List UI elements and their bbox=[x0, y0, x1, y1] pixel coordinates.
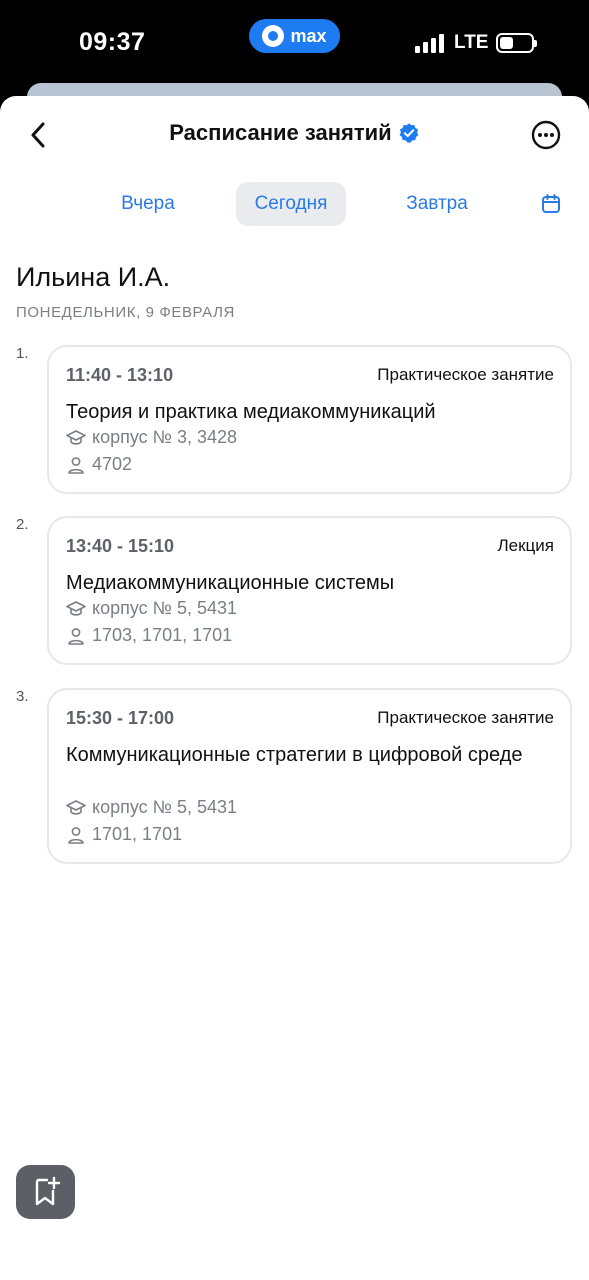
lesson-groups-text: 4702 bbox=[92, 454, 133, 474]
lesson-location-text: корпус № 3, 3428 bbox=[92, 427, 238, 447]
lesson-location-text: корпус № 5, 5431 bbox=[92, 598, 238, 618]
schedule-sheet: Расписание занятий Вчера Сегодня Завтра … bbox=[0, 96, 589, 1280]
status-bar: 09:37 max LTE bbox=[0, 0, 589, 90]
graduation-cap-icon bbox=[66, 799, 86, 815]
lesson-location: корпус № 5, 5431 bbox=[66, 797, 237, 818]
tab-tomorrow[interactable]: Завтра bbox=[391, 182, 483, 226]
tab-yesterday[interactable]: Вчера bbox=[104, 182, 192, 226]
lesson-number: 2. bbox=[16, 516, 29, 533]
graduation-cap-icon bbox=[66, 600, 86, 616]
lesson-subject: Теория и практика медиакоммуникаций bbox=[66, 401, 436, 423]
lesson-time: 15:30 - 17:00 bbox=[66, 708, 175, 728]
lesson-groups: 4702 bbox=[66, 454, 132, 475]
lesson-location: корпус № 5, 5431 bbox=[66, 598, 237, 619]
calendar-button[interactable] bbox=[539, 192, 563, 216]
lesson-time: 11:40 - 13:10 bbox=[66, 365, 174, 385]
battery-icon bbox=[496, 33, 537, 53]
add-bookmark-button[interactable] bbox=[16, 1165, 75, 1219]
max-logo-icon bbox=[262, 25, 285, 47]
lesson-card[interactable]: 11:40 - 13:10 Практическое занятие Теори… bbox=[47, 345, 572, 494]
lesson-number: 1. bbox=[16, 345, 29, 362]
lesson-location: корпус № 3, 3428 bbox=[66, 427, 237, 448]
person-icon bbox=[68, 627, 84, 645]
bookmark-add-icon bbox=[35, 1176, 60, 1206]
lesson-groups-text: 1703, 1701, 1701 bbox=[92, 625, 233, 645]
lesson-subject: Коммуникационные стратегии в цифровой ср… bbox=[66, 744, 523, 766]
person-icon bbox=[68, 456, 84, 474]
lesson-groups-text: 1701, 1701 bbox=[92, 824, 183, 844]
lesson-number: 3. bbox=[16, 688, 29, 705]
schedule-date: ПОНЕДЕЛЬНИК, 9 ФЕВРАЛЯ bbox=[16, 304, 235, 321]
lesson-time: 13:40 - 15:10 bbox=[66, 536, 175, 556]
lesson-location-text: корпус № 5, 5431 bbox=[92, 797, 238, 817]
teacher-name: Ильина И.А. bbox=[16, 262, 171, 292]
lesson-type: Лекция bbox=[497, 536, 555, 555]
day-tabs: Вчера Сегодня Завтра bbox=[0, 182, 589, 226]
page-title: Расписание занятий bbox=[0, 120, 589, 146]
page-title-text: Расписание занятий bbox=[169, 120, 392, 145]
more-icon bbox=[531, 120, 561, 150]
lesson-subject: Медиакоммуникационные системы bbox=[66, 572, 395, 594]
status-time: 09:37 bbox=[79, 28, 146, 56]
lesson-groups: 1703, 1701, 1701 bbox=[66, 625, 232, 646]
graduation-cap-icon bbox=[66, 429, 86, 445]
network-label: LTE bbox=[454, 32, 489, 53]
lesson-type: Практическое занятие bbox=[377, 365, 554, 384]
signal-icon bbox=[415, 33, 445, 53]
lesson-card[interactable]: 13:40 - 15:10 Лекция Медиакоммуникационн… bbox=[47, 516, 572, 665]
max-app-label: max bbox=[290, 25, 327, 46]
person-icon bbox=[68, 826, 84, 844]
verified-icon bbox=[399, 123, 419, 143]
max-app-badge[interactable]: max bbox=[249, 19, 340, 53]
calendar-icon bbox=[542, 194, 560, 213]
tab-today[interactable]: Сегодня bbox=[236, 182, 346, 226]
more-button[interactable] bbox=[529, 118, 563, 152]
lesson-groups: 1701, 1701 bbox=[66, 824, 182, 845]
lesson-card[interactable]: 15:30 - 17:00 Практическое занятие Комму… bbox=[47, 688, 572, 864]
lesson-type: Практическое занятие bbox=[377, 708, 554, 727]
